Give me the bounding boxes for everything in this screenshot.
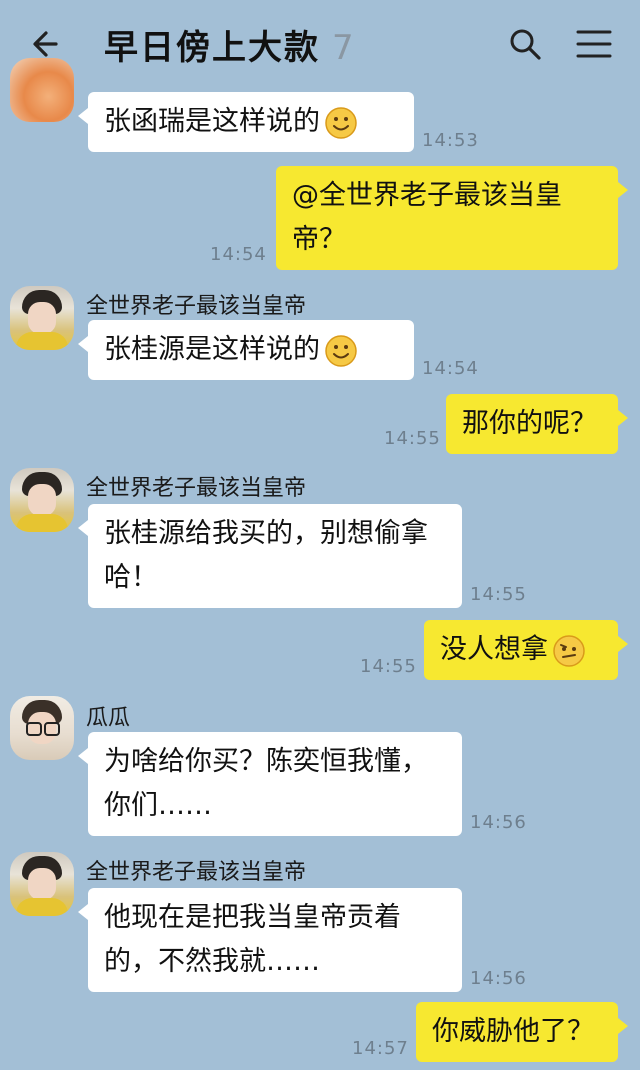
message-timestamp: 14:53 (422, 130, 479, 151)
avatar[interactable] (10, 696, 74, 760)
message-text: 张桂源是这样说的 (104, 334, 320, 365)
message-text: @全世界老子最该当皇帝？ (292, 180, 562, 255)
message-timestamp: 14:56 (470, 812, 527, 833)
menu-button[interactable] (572, 24, 616, 64)
message-text: 没人想拿 (440, 634, 548, 665)
message-bubble[interactable]: 张桂源是这样说的 (78, 320, 414, 380)
message-bubble[interactable]: 张函瑞是这样说的 (78, 92, 414, 152)
message-timestamp: 14:54 (210, 244, 267, 265)
message-timestamp: 14:55 (360, 656, 417, 677)
message-text: 张桂源给我买的，别想偷拿哈！ (104, 518, 428, 593)
search-icon (510, 29, 541, 60)
message-bubble[interactable]: 他现在是把我当皇帝贡着的，不然我就…… (78, 888, 462, 992)
menu-icon (576, 30, 612, 58)
message-bubble[interactable]: 为啥给你买？陈奕恒我懂，你们…… (78, 732, 462, 836)
message-text: 为啥给你买？陈奕恒我懂，你们…… (104, 746, 428, 821)
avatar[interactable] (10, 58, 74, 122)
smile-emoji-icon (325, 334, 357, 367)
avatar[interactable] (10, 852, 74, 916)
message-timestamp: 14:55 (470, 584, 527, 605)
chat-title: 早日傍上大款 (104, 28, 320, 68)
message-timestamp: 14:57 (352, 1038, 409, 1059)
search-button[interactable] (505, 24, 545, 64)
message-text: 张函瑞是这样说的 (104, 106, 320, 137)
message-text: 你威胁他了？ (432, 1016, 594, 1047)
message-bubble[interactable]: 你威胁他了？ (416, 1002, 628, 1062)
message-bubble[interactable]: @全世界老子最该当皇帝？ (276, 166, 628, 270)
page-title: 早日傍上大款 7 (104, 20, 356, 69)
message-text: 那你的呢？ (462, 408, 597, 439)
message-timestamp: 14:55 (384, 428, 441, 449)
smile-emoji-icon (325, 106, 357, 139)
message-bubble[interactable]: 没人想拿 (424, 620, 628, 680)
sender-name: 全世界老子最该当皇帝 (86, 476, 307, 501)
sender-name: 瓜瓜 (86, 706, 131, 731)
message-timestamp: 14:56 (470, 968, 527, 989)
confused-emoji-icon (553, 634, 585, 667)
chat-header: 早日傍上大款 7 (0, 0, 640, 86)
sender-name: 全世界老子最该当皇帝 (86, 860, 307, 885)
member-count: 7 (332, 28, 356, 68)
sender-name: 全世界老子最该当皇帝 (86, 294, 307, 319)
avatar[interactable] (10, 468, 74, 532)
message-bubble[interactable]: 张桂源给我买的，别想偷拿哈！ (78, 504, 462, 608)
message-timestamp: 14:54 (422, 358, 479, 379)
avatar[interactable] (10, 286, 74, 350)
message-bubble[interactable]: 那你的呢？ (446, 394, 628, 454)
message-text: 他现在是把我当皇帝贡着的，不然我就…… (104, 902, 401, 977)
